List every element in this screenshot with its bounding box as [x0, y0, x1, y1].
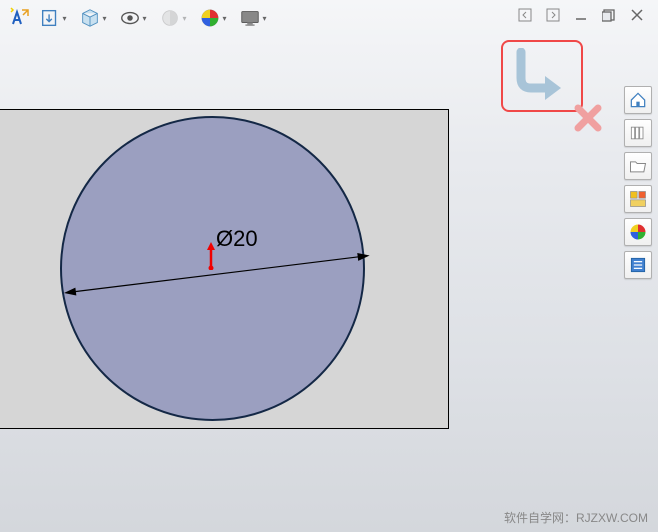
display-button[interactable]: ▾ [238, 4, 268, 32]
cube-view-button[interactable]: ▾ [78, 4, 108, 32]
import-button[interactable]: ▾ [38, 4, 68, 32]
library-button[interactable] [624, 119, 652, 147]
appearance-button[interactable]: ▾ [198, 4, 228, 32]
nav-prev-button[interactable] [518, 8, 532, 22]
home-button[interactable] [624, 86, 652, 114]
watermark: 软件自学网：RJZXW.COM [504, 509, 648, 526]
exit-sketch-highlight [501, 40, 583, 112]
chevron-down-icon: ▾ [142, 14, 146, 23]
section-button[interactable]: ▾ [158, 4, 188, 32]
confirm-corner-icon[interactable] [513, 48, 571, 105]
visibility-button[interactable]: ▾ [118, 4, 148, 32]
maximize-button[interactable] [602, 8, 616, 22]
rebuild-button[interactable] [6, 4, 36, 32]
close-button[interactable] [630, 8, 644, 22]
window-controls [518, 8, 644, 22]
cancel-icon[interactable] [574, 104, 602, 137]
properties-button[interactable] [624, 251, 652, 279]
chevron-down-icon: ▾ [62, 14, 66, 23]
minimize-button[interactable] [574, 8, 588, 22]
dimension-label[interactable]: Ø20 [216, 226, 258, 252]
sketch-viewport[interactable]: Ø20 [0, 109, 449, 429]
task-pane [624, 86, 652, 279]
chevron-down-icon: ▾ [222, 14, 226, 23]
view-palette-button[interactable] [624, 185, 652, 213]
nav-next-button[interactable] [546, 8, 560, 22]
chevron-down-icon: ▾ [102, 14, 106, 23]
top-toolbar: ▾ ▾ ▾ ▾ ▾ [6, 4, 268, 32]
open-folder-button[interactable] [624, 152, 652, 180]
chevron-down-icon: ▾ [182, 14, 186, 23]
appearances-button[interactable] [624, 218, 652, 246]
chevron-down-icon: ▾ [262, 14, 266, 23]
